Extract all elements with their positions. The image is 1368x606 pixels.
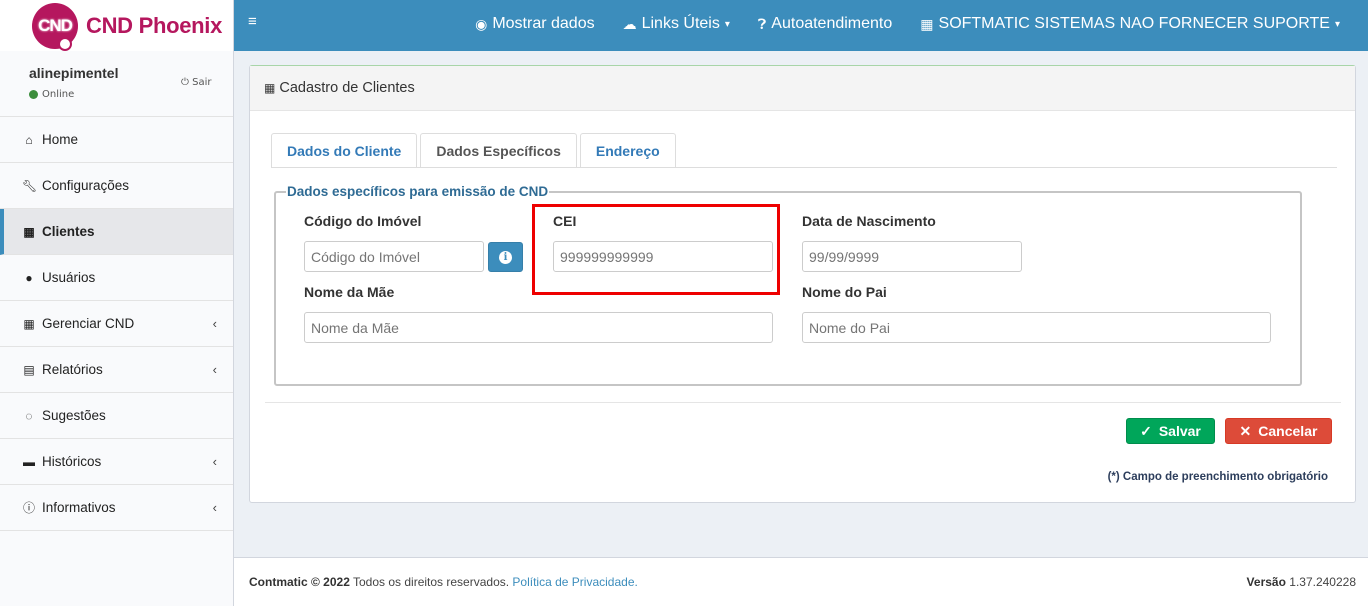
tab-dados-cliente[interactable]: Dados do Cliente <box>271 133 418 168</box>
chevron-left-icon: ‹ <box>212 500 217 515</box>
save-button[interactable]: ✓ Salvar <box>1126 418 1215 444</box>
sidebar-item-sugestoes[interactable]: ◌ Sugestões <box>0 393 233 439</box>
brand-name: CND Phoenix <box>86 12 223 38</box>
divider <box>265 402 1341 403</box>
caret-down-icon: ▾ <box>1334 18 1340 30</box>
codigo-imovel-info-button[interactable]: i <box>488 242 523 272</box>
building-icon: ▦ <box>23 224 35 239</box>
nome-mae-input[interactable] <box>304 312 773 343</box>
logo[interactable]: CND CND Phoenix <box>0 0 233 51</box>
user-icon: ● <box>25 270 33 285</box>
codigo-imovel-input[interactable] <box>304 241 484 272</box>
calendar-icon: ▦ <box>23 316 35 331</box>
sidebar-item-usuarios[interactable]: ● Usuários <box>0 255 233 301</box>
caret-down-icon: ▾ <box>724 18 730 30</box>
comments-icon: ◌ <box>25 408 33 423</box>
sidebar-item-relatorios[interactable]: ▤ Relatórios ‹ <box>0 347 233 393</box>
tab-endereco[interactable]: Endereço <box>579 133 676 168</box>
chevron-left-icon: ‹ <box>212 454 217 469</box>
info-icon: i <box>499 250 512 264</box>
wrench-icon: 🔧︎ <box>22 178 38 193</box>
status-dot-icon <box>29 90 38 99</box>
data-nascimento-input[interactable] <box>802 241 1022 272</box>
footer-company: Contmatic © 2022 <box>249 575 350 589</box>
sidebar-toggle-icon[interactable]: ≡ <box>248 13 257 30</box>
sidebar-item-historicos[interactable]: ▬ Históricos ‹ <box>0 439 233 485</box>
links-uteis-dropdown[interactable]: ☁ Links Úteis ▾ <box>623 15 730 33</box>
required-note: (*) Campo de preenchimento obrigatório <box>1107 471 1328 483</box>
footer-rights: Todos os direitos reservados. <box>353 575 510 589</box>
cancel-button[interactable]: ✕ Cancelar <box>1225 418 1332 444</box>
logout-link[interactable]: ⏻ Sair <box>181 77 211 88</box>
building-icon: ▦ <box>920 15 934 32</box>
tabs: Dados do Cliente Dados Específicos Ender… <box>271 133 679 168</box>
check-icon: ✓ <box>1140 422 1152 439</box>
nome-mae-label: Nome da Mãe <box>304 284 395 300</box>
sidebar: CND CND Phoenix alinepimentel Online ⏻ S… <box>0 0 234 606</box>
version-number: 1.37.240228 <box>1289 575 1356 589</box>
topbar: ≡ ◉ Mostrar dados ☁ Links Úteis ▾ ❓︎ Aut… <box>234 0 1368 51</box>
chevron-left-icon: ‹ <box>212 362 217 377</box>
nome-pai-label: Nome do Pai <box>802 284 887 300</box>
close-icon: ✕ <box>1239 422 1252 439</box>
codigo-imovel-label: Código do Imóvel <box>304 213 422 229</box>
logo-text: CND <box>38 15 73 35</box>
home-icon: ⌂ <box>25 132 33 147</box>
question-circle-icon: ❓︎ <box>757 15 767 32</box>
autoatendimento-link[interactable]: ❓︎ Autoatendimento <box>758 15 892 33</box>
online-status: Online <box>29 89 233 100</box>
archive-icon: ▬ <box>23 454 35 469</box>
sidebar-item-configuracoes[interactable]: 🔧︎ Configurações <box>0 163 233 209</box>
cloud-icon: ☁ <box>622 15 637 32</box>
dados-especificos-fieldset: Dados específicos para emissão de CND <box>274 184 1302 386</box>
sidebar-item-home[interactable]: ⌂ Home <box>0 117 233 163</box>
company-dropdown[interactable]: ▦ SOFTMATIC SISTEMAS NAO FORNECER SUPORT… <box>920 15 1340 33</box>
chevron-left-icon: ‹ <box>212 316 217 331</box>
data-nascimento-label: Data de Nascimento <box>802 213 936 229</box>
sidebar-item-informativos[interactable]: ⓘ Informativos ‹ <box>0 485 233 531</box>
page-title: Cadastro de Clientes <box>279 80 415 96</box>
tab-dados-especificos[interactable]: Dados Específicos <box>420 133 577 168</box>
fieldset-legend: Dados específicos para emissão de CND <box>287 184 549 199</box>
top-nav: ◉ Mostrar dados ☁ Links Úteis ▾ ❓︎ Autoa… <box>475 15 1340 33</box>
sidebar-item-clientes[interactable]: ▦ Clientes <box>0 209 233 255</box>
cadastro-box: ▦ Cadastro de Clientes Dados do Cliente … <box>249 65 1356 503</box>
building-icon: ▦ <box>264 81 276 95</box>
privacy-link[interactable]: Política de Privacidade. <box>512 575 637 589</box>
user-panel: alinepimentel Online ⏻ Sair <box>0 51 233 117</box>
footer-version: Versão 1.37.240228 <box>1246 575 1356 589</box>
nome-pai-input[interactable] <box>802 312 1271 343</box>
info-icon: ⓘ <box>22 501 35 515</box>
sidebar-menu: ⌂ Home 🔧︎ Configurações ▦ Clientes ● Usuário… <box>0 117 233 531</box>
eye-icon: ◉ <box>475 15 488 32</box>
mostrar-dados-button[interactable]: ◉ Mostrar dados <box>475 15 594 33</box>
file-icon: ▤ <box>23 362 35 377</box>
power-icon: ⏻ <box>181 77 189 88</box>
footer-left: Contmatic © 2022 Todos os direitos reser… <box>249 575 638 589</box>
cnd-logo-icon: CND <box>32 2 78 51</box>
sidebar-item-gerenciar-cnd[interactable]: ▦ Gerenciar CND ‹ <box>0 301 233 347</box>
footer: Contmatic © 2022 Todos os direitos reser… <box>234 557 1368 606</box>
cei-highlight-box <box>532 204 780 295</box>
box-header: ▦ Cadastro de Clientes <box>250 66 1355 111</box>
